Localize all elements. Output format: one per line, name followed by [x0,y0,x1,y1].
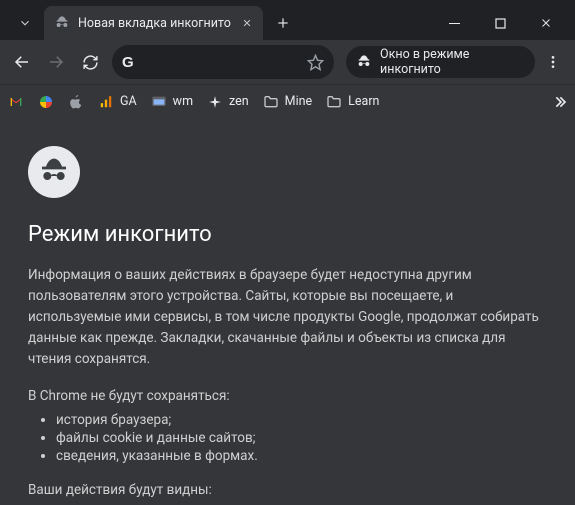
maximize-button[interactable] [477,6,523,40]
page-content: Режим инкогнито Информация о ваших дейст… [0,118,575,505]
bookmark-label: Mine [285,94,312,109]
bookmark-folder-mine[interactable]: Mine [263,94,312,110]
bookmark-label: Learn [348,94,379,109]
close-tab-button[interactable] [239,15,255,31]
list-item: сведения, указанные в формах. [56,448,547,464]
search-tabs-button[interactable] [6,16,44,30]
incognito-icon [356,54,372,70]
visible-label: Ваши действия будут видны: [28,482,547,498]
address-bar[interactable]: G [112,45,334,79]
menu-button[interactable] [537,45,569,79]
analytics-icon [98,94,114,110]
new-tab-button[interactable] [269,9,297,37]
sparkle-icon [207,94,223,110]
toolbar: G Окно в режиме инкогнито [0,40,575,84]
bookmark-wm[interactable]: wm [151,94,193,110]
bookmark-zen[interactable]: zen [207,94,249,110]
pinwheel-icon [38,94,54,110]
not-saved-list: история браузера; файлы cookie и данные … [28,412,547,464]
tab-title: Новая вкладка инкогнито [78,16,231,31]
incognito-chip-label: Окно в режиме инкогнито [380,47,523,77]
intro-paragraph: Информация о ваших действиях в браузере … [28,265,547,370]
bookmark-photos[interactable] [38,94,54,110]
list-item: история браузера; [56,412,547,428]
apple-icon [68,94,84,110]
incognito-icon [54,15,70,31]
active-tab[interactable]: Новая вкладка инкогнито [44,6,263,40]
bookmark-label: wm [173,94,193,109]
reload-button[interactable] [74,45,106,79]
gmail-icon [8,94,24,110]
bookmark-apple[interactable] [68,94,84,110]
bookmark-star-icon[interactable] [307,54,324,71]
page-heading: Режим инкогнито [28,222,547,247]
folder-icon [326,94,342,110]
google-g-icon: G [122,54,134,71]
forward-button[interactable] [40,45,72,79]
bookmark-folder-learn[interactable]: Learn [326,94,379,110]
bookmark-label: zen [229,94,249,109]
incognito-chip[interactable]: Окно в режиме инкогнито [346,46,535,78]
bookmark-gmail[interactable] [8,94,24,110]
bookmarks-bar: GA wm zen Mine Learn [0,84,575,118]
close-window-button[interactable] [523,6,569,40]
incognito-hero-icon [28,146,80,198]
folder-icon [263,94,279,110]
bookmarks-overflow-button[interactable] [551,94,567,110]
back-button[interactable] [6,45,38,79]
bookmark-label: GA [120,94,137,109]
not-saved-label: В Chrome не будут сохраняться: [28,388,547,404]
list-item: файлы cookie и данные сайтов; [56,430,547,446]
bookmark-ga[interactable]: GA [98,94,137,110]
minimize-button[interactable] [431,6,477,40]
search-console-icon [151,94,167,110]
titlebar: Новая вкладка инкогнито [0,0,575,40]
